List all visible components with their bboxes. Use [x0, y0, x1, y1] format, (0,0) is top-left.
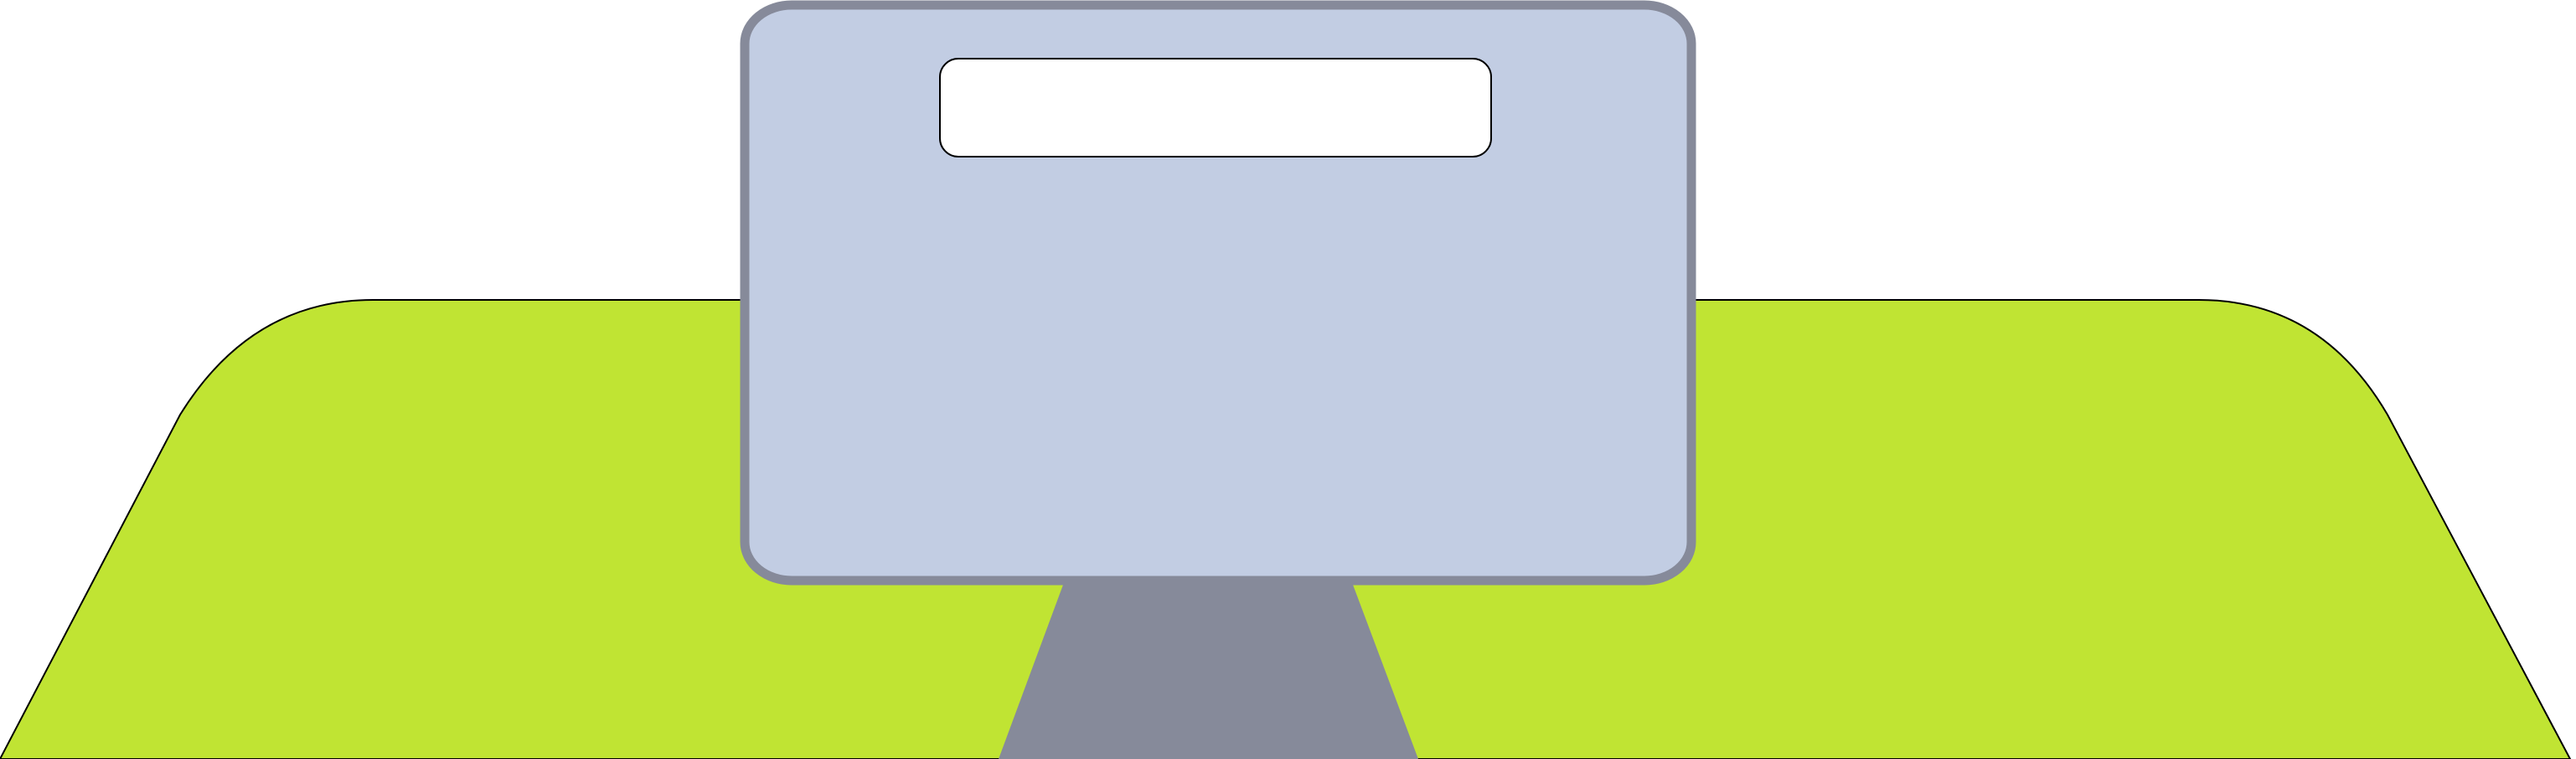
illustration-canvas	[0, 0, 2572, 759]
monitor-stand	[999, 578, 1418, 759]
screen-text-box	[939, 58, 1492, 157]
